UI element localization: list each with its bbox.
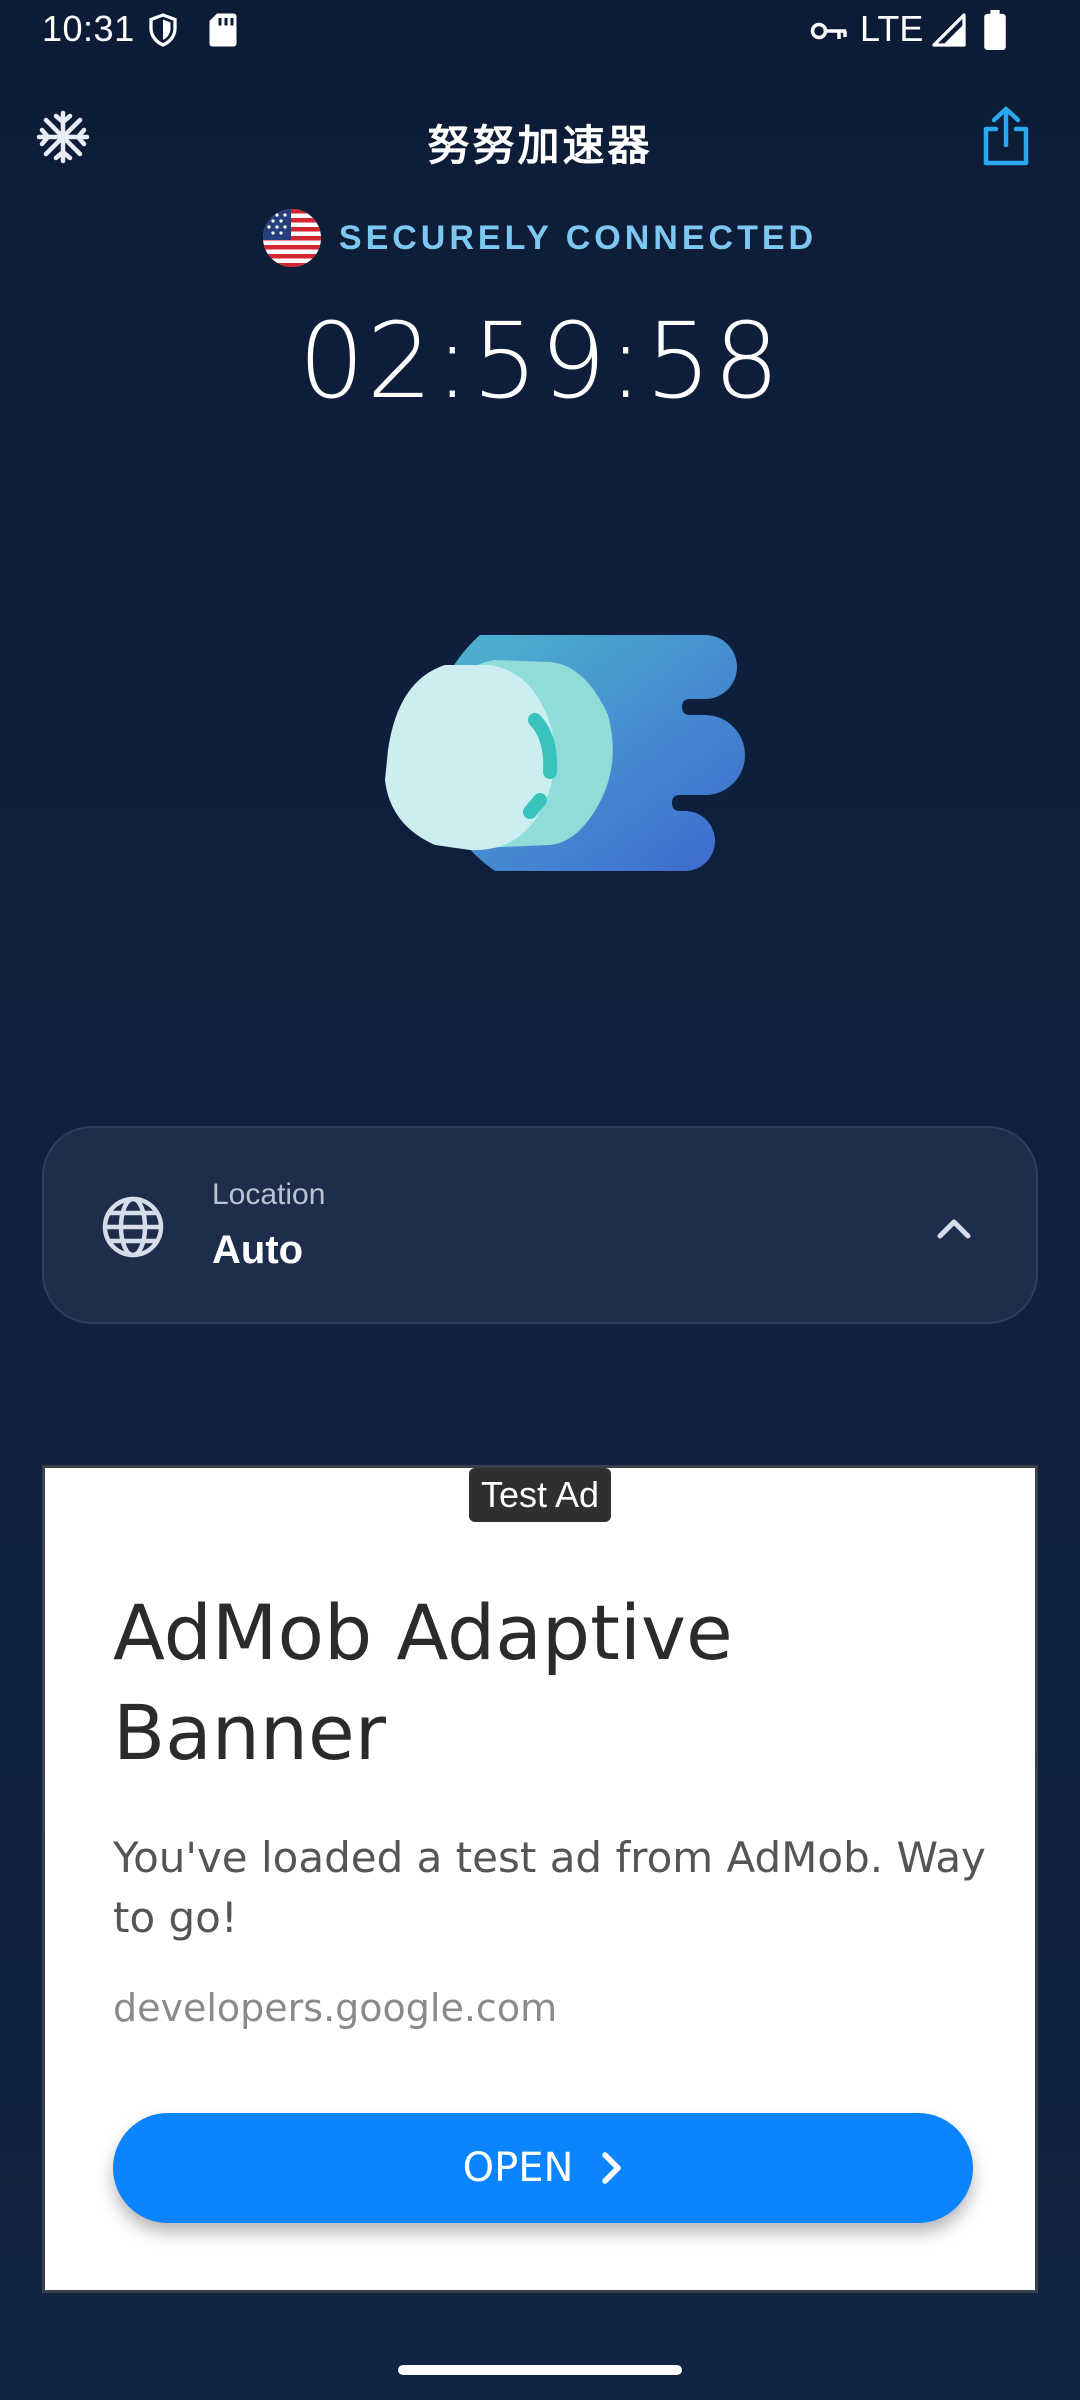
ad-url: developers.google.com (113, 1986, 558, 2030)
sd-card-icon (209, 13, 237, 47)
app-title: 努努加速器 (427, 122, 653, 169)
ad-open-label: OPEN (462, 2145, 574, 2191)
connection-status-row: SECURELY CONNECTED (0, 208, 1080, 268)
vpn-key-icon (810, 22, 847, 40)
globe-icon (102, 1196, 164, 1258)
connection-timer: 02:59:58 (298, 300, 782, 422)
connection-status: SECURELY CONNECTED (338, 218, 818, 257)
signal-icon (932, 13, 966, 47)
location-toggle[interactable] (924, 1198, 984, 1258)
network-type: LTE (860, 8, 924, 49)
battery-icon (984, 10, 1006, 50)
status-time: 10:31 (42, 8, 135, 49)
shield-icon (149, 13, 177, 47)
status-bar: 10:31 LTE (0, 0, 1080, 62)
chevron-up-icon (937, 1219, 971, 1239)
ad-body-text: You've loaded a test ad from AdMob. Way … (113, 1833, 986, 1942)
chevron-right-icon (602, 2152, 622, 2184)
us-flag-icon (262, 209, 321, 267)
location-label: Location (212, 1178, 326, 1211)
test-ad-badge: Test Ad (469, 1468, 611, 1522)
ad-headline: AdMob Adaptive Banner (113, 1588, 733, 1777)
app-header: 努努加速器 (0, 92, 1080, 188)
location-value: Auto (212, 1228, 304, 1272)
comet-core-highlight (385, 665, 555, 851)
location-selector[interactable]: Location Auto (42, 1126, 1038, 1324)
ad-open-button[interactable]: OPEN (113, 2113, 973, 2223)
share-icon (983, 106, 1029, 166)
home-gesture-handle[interactable] (398, 2365, 682, 2375)
share-button[interactable] (972, 102, 1040, 170)
ad-banner[interactable]: AdMob Adaptive Banner You've loaded a te… (42, 1465, 1038, 2293)
connect-logo-button[interactable] (330, 620, 750, 940)
